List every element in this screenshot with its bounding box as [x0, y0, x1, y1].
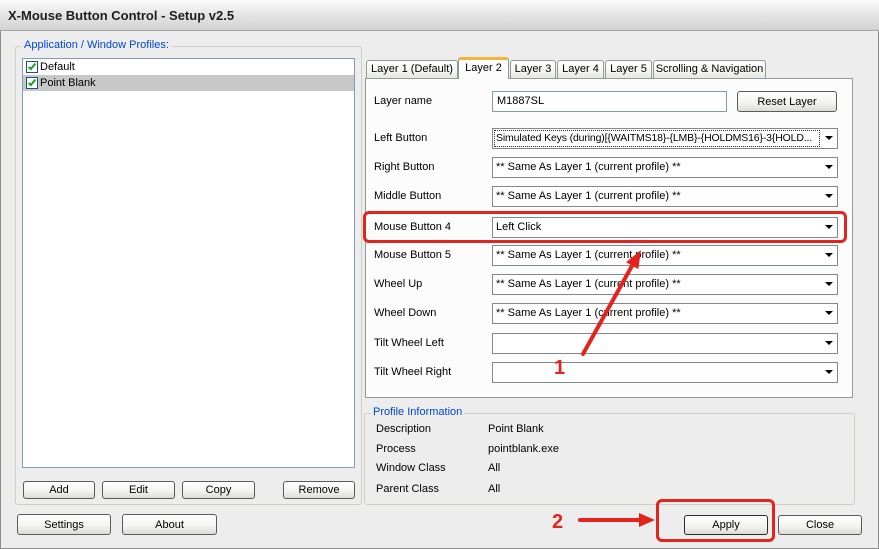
tab-layer-3[interactable]: Layer 3 [510, 60, 556, 79]
window-class-value: All [488, 462, 501, 474]
right-button-dropdown[interactable]: ** Same As Layer 1 (current profile) ** [492, 157, 838, 178]
profile-info-group-label: Profile Information [371, 406, 465, 419]
layer-name-row: Layer name M1887SL Reset Layer [374, 91, 838, 112]
tilt-wheel-right-value [495, 365, 819, 380]
wheel-up-value: ** Same As Layer 1 (current profile) ** [496, 278, 681, 290]
left-button-row: Left Button Simulated Keys (during)[{WAI… [374, 128, 838, 149]
profile-checkbox[interactable] [26, 61, 38, 73]
dropdown-arrow-icon[interactable] [825, 225, 833, 229]
tab-layer-1[interactable]: Layer 1 (Default) [366, 60, 458, 79]
wheel-up-label: Wheel Up [374, 278, 423, 290]
annotation-arrow-2 [578, 513, 655, 527]
apply-button[interactable]: Apply [684, 515, 768, 535]
annotation-arrow-2-head [639, 513, 655, 527]
middle-button-value: ** Same As Layer 1 (current profile) ** [496, 190, 681, 202]
left-button-dropdown[interactable]: Simulated Keys (during)[{WAITMS18}-{LMB}… [492, 128, 838, 149]
window-class-label: Window Class [376, 462, 446, 474]
tab-layer-2[interactable]: Layer 2 [458, 57, 509, 79]
tilt-wheel-right-label: Tilt Wheel Right [374, 366, 452, 378]
mouse-button-5-row: Mouse Button 5 ** Same As Layer 1 (curre… [374, 245, 838, 266]
list-item-label: Point Blank [40, 77, 96, 89]
right-button-value: ** Same As Layer 1 (current profile) ** [496, 161, 681, 173]
right-button-label: Right Button [374, 161, 435, 173]
dropdown-arrow-icon[interactable] [825, 253, 833, 257]
dropdown-arrow-icon[interactable] [825, 282, 833, 286]
right-button-row: Right Button ** Same As Layer 1 (current… [374, 157, 838, 178]
checkmark-icon [27, 77, 37, 87]
list-item[interactable]: Default [23, 59, 354, 75]
dropdown-arrow-icon[interactable] [825, 341, 833, 345]
tab-layer-5[interactable]: Layer 5 [605, 60, 652, 79]
wheel-up-dropdown[interactable]: ** Same As Layer 1 (current profile) ** [492, 274, 838, 295]
about-button[interactable]: About [122, 514, 217, 535]
add-button[interactable]: Add [23, 481, 95, 499]
process-value: pointblank.exe [488, 443, 559, 455]
tilt-wheel-right-row: Tilt Wheel Right [374, 362, 838, 383]
layer-name-input[interactable]: M1887SL [492, 91, 727, 112]
mouse-button-4-value: Left Click [496, 221, 542, 233]
title-bar[interactable]: X-Mouse Button Control - Setup v2.5 [0, 0, 879, 31]
annotation-step-2: 2 [552, 511, 564, 533]
profiles-group-label: Application / Window Profiles: [22, 39, 171, 52]
description-value: Point Blank [488, 423, 544, 435]
tilt-wheel-left-label: Tilt Wheel Left [374, 337, 444, 349]
tilt-wheel-left-value [495, 336, 819, 351]
reset-layer-button[interactable]: Reset Layer [737, 91, 837, 112]
tilt-wheel-right-dropdown[interactable] [492, 362, 838, 383]
mouse-button-5-value: ** Same As Layer 1 (current profile) ** [496, 249, 681, 261]
list-item[interactable]: Point Blank [23, 75, 354, 91]
remove-button[interactable]: Remove [283, 481, 355, 499]
mouse-button-4-dropdown[interactable]: Left Click [492, 217, 838, 238]
process-label: Process [376, 443, 416, 455]
wheel-down-value: ** Same As Layer 1 (current profile) ** [496, 307, 681, 319]
wheel-down-row: Wheel Down ** Same As Layer 1 (current p… [374, 303, 838, 324]
settings-button[interactable]: Settings [17, 514, 111, 535]
annotation-step-1: 1 [554, 357, 566, 379]
parent-class-label: Parent Class [376, 483, 439, 495]
tilt-wheel-left-row: Tilt Wheel Left [374, 333, 838, 354]
profile-list[interactable]: Default Point Blank [22, 58, 355, 468]
mouse-button-4-label: Mouse Button 4 [374, 221, 452, 233]
left-button-label: Left Button [374, 132, 428, 144]
checkmark-icon [27, 61, 37, 71]
copy-button[interactable]: Copy [182, 481, 255, 499]
left-button-value: Simulated Keys (during)[{WAITMS18}-{LMB}… [494, 130, 820, 147]
middle-button-dropdown[interactable]: ** Same As Layer 1 (current profile) ** [492, 186, 838, 207]
mouse-button-5-label: Mouse Button 5 [374, 249, 452, 261]
window-title: X-Mouse Button Control - Setup v2.5 [8, 8, 235, 23]
wheel-down-label: Wheel Down [374, 307, 437, 319]
mouse-button-5-dropdown[interactable]: ** Same As Layer 1 (current profile) ** [492, 245, 838, 266]
edit-button[interactable]: Edit [102, 481, 175, 499]
middle-button-label: Middle Button [374, 190, 442, 202]
close-button[interactable]: Close [778, 515, 862, 535]
tab-layer-4[interactable]: Layer 4 [557, 60, 604, 79]
profile-checkbox[interactable] [26, 77, 38, 89]
wheel-up-row: Wheel Up ** Same As Layer 1 (current pro… [374, 274, 838, 295]
list-item-label: Default [40, 61, 75, 73]
description-label: Description [376, 423, 432, 435]
wheel-down-dropdown[interactable]: ** Same As Layer 1 (current profile) ** [492, 303, 838, 324]
middle-button-row: Middle Button ** Same As Layer 1 (curren… [374, 186, 838, 207]
parent-class-value: All [488, 483, 501, 495]
dropdown-arrow-icon[interactable] [825, 311, 833, 315]
dropdown-arrow-icon[interactable] [825, 136, 833, 140]
layer-name-label: Layer name [374, 95, 433, 107]
dropdown-arrow-icon[interactable] [825, 370, 833, 374]
tilt-wheel-left-dropdown[interactable] [492, 333, 838, 354]
app-window: X-Mouse Button Control - Setup v2.5 Appl… [0, 0, 879, 549]
mouse-button-4-row: Mouse Button 4 Left Click [374, 217, 838, 238]
dropdown-arrow-icon[interactable] [825, 165, 833, 169]
tab-scrolling-navigation[interactable]: Scrolling & Navigation [653, 60, 766, 79]
dropdown-arrow-icon[interactable] [825, 194, 833, 198]
